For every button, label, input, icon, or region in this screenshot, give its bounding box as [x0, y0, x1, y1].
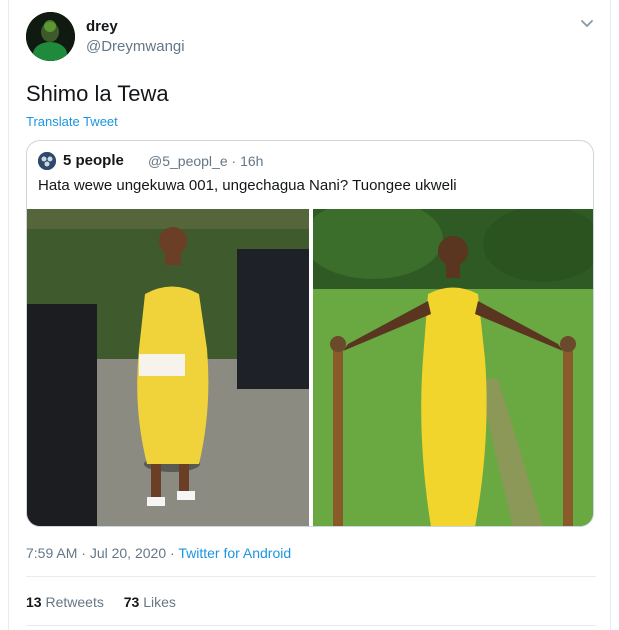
- author-avatar[interactable]: [26, 12, 75, 61]
- quoted-author-handle[interactable]: @5_peopl_e: [148, 153, 228, 169]
- quoted-author-avatar[interactable]: [38, 152, 56, 170]
- author-name[interactable]: drey: [86, 18, 118, 35]
- meta-separator: ·: [231, 153, 241, 169]
- author-handle[interactable]: @Dreymwangi: [86, 38, 185, 55]
- translate-tweet-link[interactable]: Translate Tweet: [26, 114, 118, 129]
- meta-separator: ·: [81, 545, 90, 561]
- tweet-text: Shimo la Tewa: [26, 81, 169, 106]
- tweet-source[interactable]: Twitter for Android: [178, 545, 291, 561]
- photo-left[interactable]: [27, 209, 309, 526]
- divider: [26, 625, 596, 626]
- likes-stat[interactable]: 73 Likes: [124, 594, 176, 610]
- quoted-author-name[interactable]: 5 people: [63, 152, 124, 169]
- retweets-label: Retweets: [45, 594, 104, 610]
- retweets-count: 13: [26, 594, 42, 610]
- tweet-card: drey @Dreymwangi Shimo la Tewa Translate…: [8, 0, 611, 630]
- retweets-stat[interactable]: 13 Retweets: [26, 594, 108, 610]
- quoted-media: [27, 209, 593, 526]
- likes-count: 73: [123, 594, 140, 610]
- divider: [26, 576, 596, 577]
- quoted-author-meta: @5_peopl_e · 16h: [148, 153, 263, 169]
- quoted-tweet-age[interactable]: 16h: [240, 153, 263, 169]
- tweet-date[interactable]: Jul 20, 2020: [90, 545, 166, 561]
- chevron-down-icon[interactable]: [578, 14, 596, 32]
- tweet-time[interactable]: 7:59 AM: [26, 545, 77, 561]
- likes-label: Likes: [143, 594, 176, 610]
- engagement-stats: 13 Retweets 73 Likes: [26, 594, 192, 610]
- tweet-timestamp: 7:59 AM · Jul 20, 2020 · Twitter for And…: [26, 545, 291, 561]
- photo-right[interactable]: [313, 209, 593, 526]
- quoted-tweet-text: Hata wewe ungekuwa 001, ungechagua Nani?…: [38, 177, 457, 194]
- quoted-tweet[interactable]: 5 people @5_peopl_e · 16h Hata wewe unge…: [26, 140, 594, 527]
